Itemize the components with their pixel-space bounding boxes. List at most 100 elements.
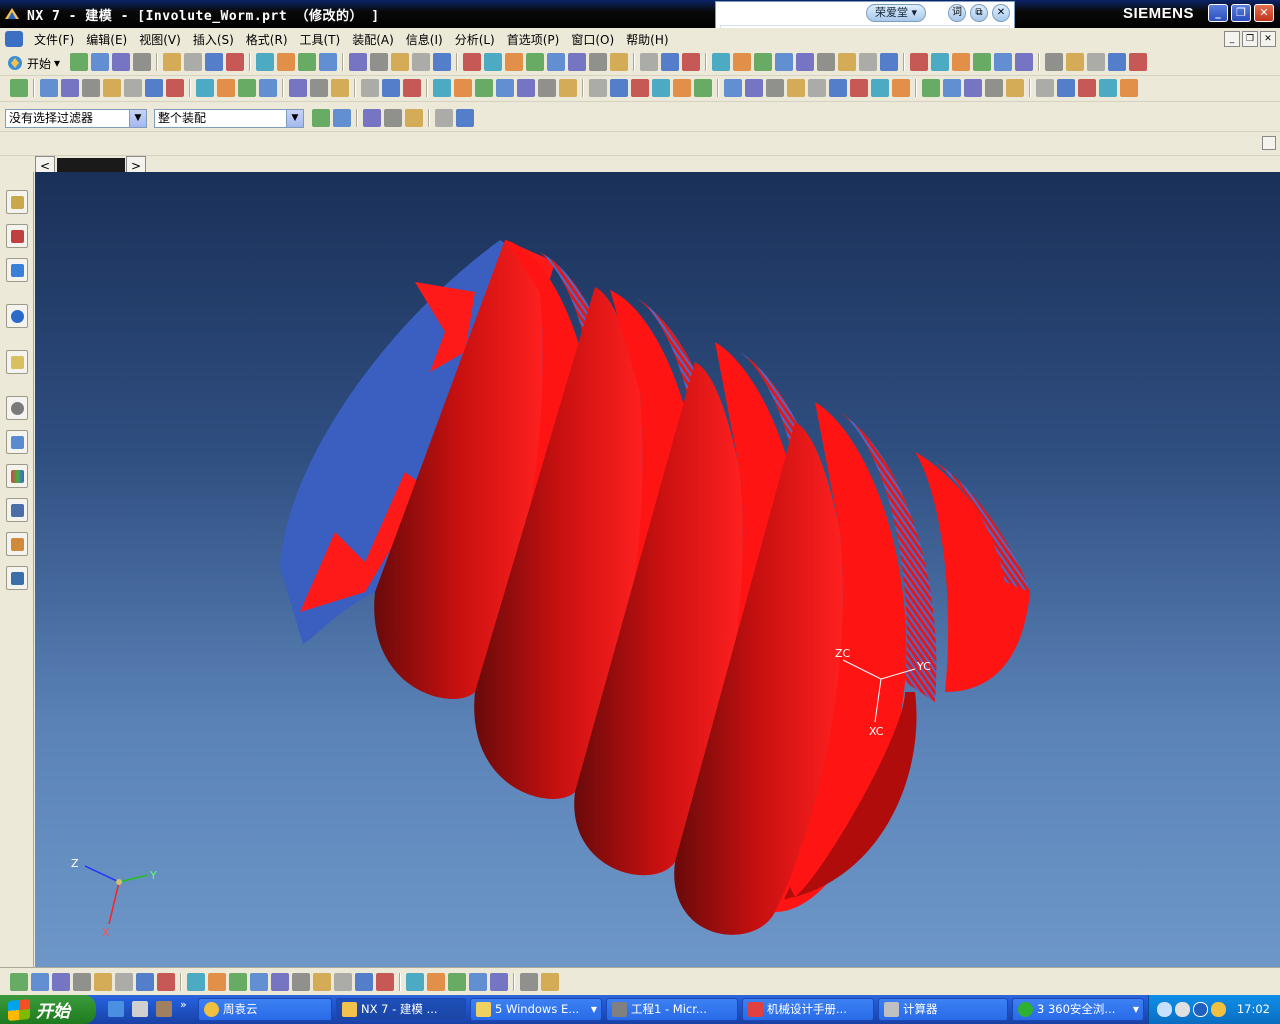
toolbar-tool-icon[interactable]	[1015, 53, 1033, 71]
show-desktop-icon[interactable]	[108, 1001, 124, 1017]
toolbar-tool-icon[interactable]	[1045, 53, 1063, 71]
toolbar-tool-icon[interactable]	[661, 53, 679, 71]
toolbar-tool-icon[interactable]	[226, 53, 244, 71]
toolbar-tool-icon[interactable]	[1099, 79, 1117, 97]
toolbar-tool-icon[interactable]	[973, 53, 991, 71]
toolbar-tool-icon[interactable]	[103, 79, 121, 97]
menu-format[interactable]: 格式(R)	[240, 31, 294, 48]
toolbar-tool-icon[interactable]	[456, 109, 474, 127]
toolbar-tool-icon[interactable]	[31, 973, 49, 991]
toolbar-tool-icon[interactable]	[331, 79, 349, 97]
toolbar-tool-icon[interactable]	[133, 53, 151, 71]
qq-tray-icon[interactable]	[1211, 1002, 1226, 1017]
document-menu-icon[interactable]	[5, 31, 23, 47]
history-tab[interactable]	[6, 396, 28, 420]
toolbar-tool-icon[interactable]	[427, 973, 445, 991]
quicklaunch-app-icon[interactable]	[132, 1001, 148, 1017]
volume-icon[interactable]	[1175, 1002, 1190, 1017]
toolbar-tool-icon[interactable]	[796, 53, 814, 71]
manufacturing-wizards-tab[interactable]	[6, 498, 28, 522]
menu-assemblies[interactable]: 装配(A)	[346, 31, 400, 48]
toolbar-tool-icon[interactable]	[217, 79, 235, 97]
type-filter-dropdown[interactable]: 没有选择过滤器 ▼	[5, 109, 147, 128]
toolbar-tool-icon[interactable]	[187, 973, 205, 991]
assembly-navigator-tab[interactable]	[6, 190, 28, 214]
toolbar-tool-icon[interactable]	[1057, 79, 1075, 97]
toolbar-tool-icon[interactable]	[631, 79, 649, 97]
toolbar-tool-icon[interactable]	[892, 79, 910, 97]
toolbar-tool-icon[interactable]	[673, 79, 691, 97]
toolbar-tool-icon[interactable]	[694, 79, 712, 97]
toolbar-tool-icon[interactable]	[712, 53, 730, 71]
toolbar-tool-icon[interactable]	[1087, 53, 1105, 71]
toolbar-tool-icon[interactable]	[433, 53, 451, 71]
toolbar-tool-icon[interactable]	[157, 973, 175, 991]
toolbar-tool-icon[interactable]	[559, 79, 577, 97]
toolbar-tool-icon[interactable]	[610, 53, 628, 71]
toolbar-tool-icon[interactable]	[333, 109, 351, 127]
ime-restore-icon[interactable]: ⧉	[970, 4, 988, 22]
toolbar-tool-icon[interactable]	[490, 973, 508, 991]
toolbar-tool-icon[interactable]	[589, 53, 607, 71]
toolbar-tool-icon[interactable]	[454, 79, 472, 97]
network-icon[interactable]	[1157, 1002, 1172, 1017]
toolbar-tool-icon[interactable]	[910, 53, 928, 71]
toolbar-tool-icon[interactable]	[922, 79, 940, 97]
toolbar-tool-icon[interactable]	[952, 53, 970, 71]
toolbar-tool-icon[interactable]	[766, 79, 784, 97]
toolbar-tool-icon[interactable]	[1036, 79, 1054, 97]
toolbar-tool-icon[interactable]	[964, 79, 982, 97]
toolbar-tool-icon[interactable]	[70, 53, 88, 71]
menu-information[interactable]: 信息(I)	[400, 31, 449, 48]
toolbar-tool-icon[interactable]	[1108, 53, 1126, 71]
toolbar-tool-icon[interactable]	[313, 973, 331, 991]
toolbar-tool-icon[interactable]	[652, 79, 670, 97]
task-project1[interactable]: 工程1 - Micr...	[606, 998, 738, 1021]
toolbar-tool-icon[interactable]	[682, 53, 700, 71]
system-materials-tab[interactable]	[6, 430, 28, 454]
toolbar-tool-icon[interactable]	[312, 109, 330, 127]
toolbar-tool-icon[interactable]	[136, 973, 154, 991]
task-nx7[interactable]: NX 7 - 建模 ...	[336, 998, 466, 1021]
toolbar-tool-icon[interactable]	[775, 53, 793, 71]
menu-preferences[interactable]: 首选项(P)	[501, 31, 566, 48]
dock-toggle-icon[interactable]	[1262, 136, 1276, 150]
toolbar-tool-icon[interactable]	[838, 53, 856, 71]
part-navigator-tab[interactable]	[6, 258, 28, 282]
toolbar-tool-icon[interactable]	[370, 53, 388, 71]
toolbar-tool-icon[interactable]	[496, 79, 514, 97]
toolbar-tool-icon[interactable]	[829, 79, 847, 97]
toolbar-tool-icon[interactable]	[163, 53, 181, 71]
toolbar-tool-icon[interactable]	[349, 53, 367, 71]
toolbar-tool-icon[interactable]	[277, 53, 295, 71]
toolbar-tool-icon[interactable]	[994, 53, 1012, 71]
toolbar-tool-icon[interactable]	[526, 53, 544, 71]
toolbar-tool-icon[interactable]	[363, 109, 381, 127]
toolbar-tool-icon[interactable]	[205, 53, 223, 71]
toolbar-tool-icon[interactable]	[382, 79, 400, 97]
menu-analysis[interactable]: 分析(L)	[449, 31, 501, 48]
toolbar-tool-icon[interactable]	[787, 79, 805, 97]
toolbar-tool-icon[interactable]	[505, 53, 523, 71]
toolbar-tool-icon[interactable]	[196, 79, 214, 97]
toolbar-tool-icon[interactable]	[52, 973, 70, 991]
toolbar-tool-icon[interactable]	[355, 973, 373, 991]
toolbar-tool-icon[interactable]	[448, 973, 466, 991]
toolbar-tool-icon[interactable]	[91, 53, 109, 71]
toolbar-tool-icon[interactable]	[403, 79, 421, 97]
task-360-browser[interactable]: 3 360安全浏... ▼	[1012, 998, 1144, 1021]
quicklaunch-more-icon[interactable]: »	[180, 998, 187, 1011]
toolbar-tool-icon[interactable]	[376, 973, 394, 991]
roles-tab[interactable]	[6, 532, 28, 556]
toolbar-tool-icon[interactable]	[115, 973, 133, 991]
task-windows-explorer[interactable]: 5 Windows E... ▼	[470, 998, 602, 1021]
toolbar-tool-icon[interactable]	[391, 53, 409, 71]
minimize-button[interactable]: _	[1208, 4, 1228, 22]
toolbar-tool-icon[interactable]	[745, 79, 763, 97]
windows-start-button[interactable]: 开始	[0, 995, 96, 1024]
toolbar-tool-icon[interactable]	[463, 53, 481, 71]
nx-app-icon[interactable]	[3, 5, 21, 23]
quicklaunch-tool-icon[interactable]	[156, 1001, 172, 1017]
toolbar-tool-icon[interactable]	[754, 53, 772, 71]
task-calculator[interactable]: 计算器	[878, 998, 1008, 1021]
